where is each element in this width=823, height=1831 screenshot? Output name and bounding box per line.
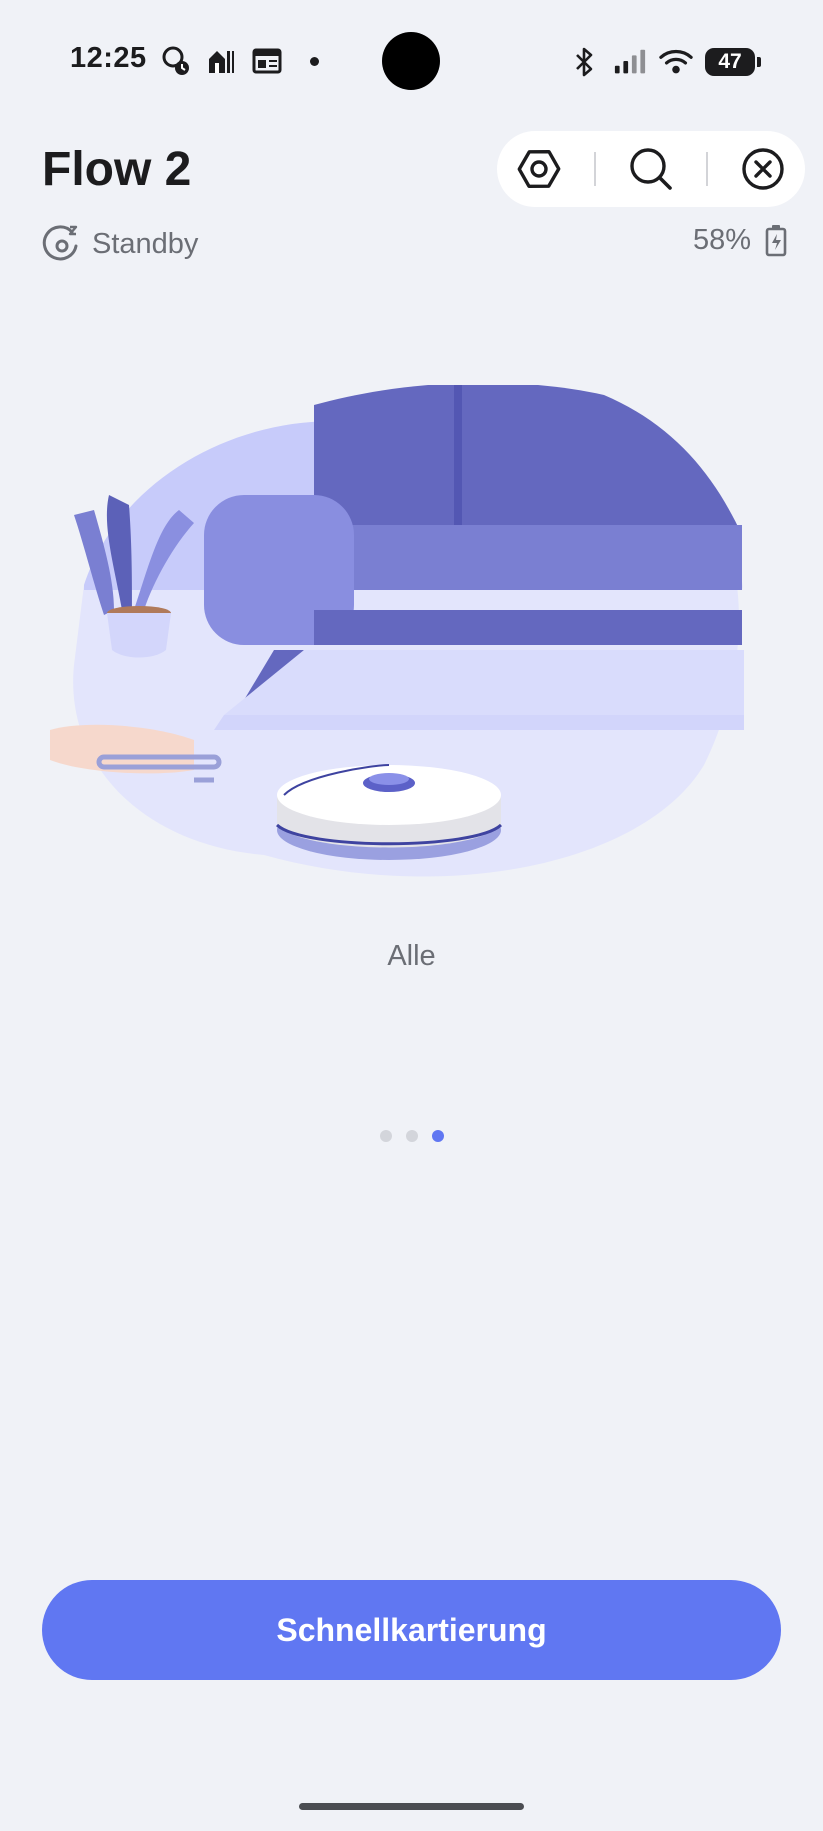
status-right-icons: 47	[567, 45, 761, 79]
sleep-icon	[42, 225, 78, 261]
search-icon	[630, 148, 672, 190]
page-title: Flow 2	[42, 143, 192, 196]
notification-dot	[310, 56, 319, 66]
page-dot[interactable]	[405, 1130, 418, 1142]
signal-icon	[613, 45, 647, 79]
header: Flow 2 Standby 58%	[0, 120, 823, 270]
settings-icon	[517, 149, 561, 189]
robot-illustration	[50, 385, 744, 877]
device-status-text: Standby	[92, 227, 199, 260]
device-battery: 58%	[693, 224, 787, 257]
quick-mapping-button[interactable]: Schnellkartierung	[42, 1580, 781, 1680]
app-notification-icon	[158, 44, 192, 78]
food-delivery-icon	[204, 44, 238, 78]
home-indicator[interactable]	[299, 1803, 524, 1810]
battery-level: 47	[718, 50, 742, 73]
bluetooth-icon	[567, 45, 601, 79]
close-button[interactable]	[735, 141, 791, 197]
news-icon	[250, 44, 284, 78]
status-time: 12:25	[70, 42, 147, 74]
device-status: Standby	[42, 224, 198, 264]
action-divider	[593, 152, 596, 186]
page-dot-active[interactable]	[431, 1130, 444, 1142]
status-bar: 12:25 47	[0, 0, 823, 120]
page-dot[interactable]	[379, 1130, 392, 1142]
battery-indicator: 47	[705, 48, 761, 76]
device-battery-text: 58%	[692, 224, 751, 256]
close-icon	[742, 148, 785, 190]
settings-button[interactable]	[511, 141, 567, 197]
battery-charging-icon	[765, 224, 787, 256]
status-left-icons	[158, 44, 319, 78]
page-indicator[interactable]	[0, 1130, 823, 1142]
slide-caption: Alle	[387, 940, 436, 972]
header-actions	[497, 131, 805, 207]
front-camera	[382, 32, 440, 90]
search-button[interactable]	[623, 141, 679, 197]
wifi-icon	[659, 45, 693, 79]
action-divider	[706, 152, 709, 186]
